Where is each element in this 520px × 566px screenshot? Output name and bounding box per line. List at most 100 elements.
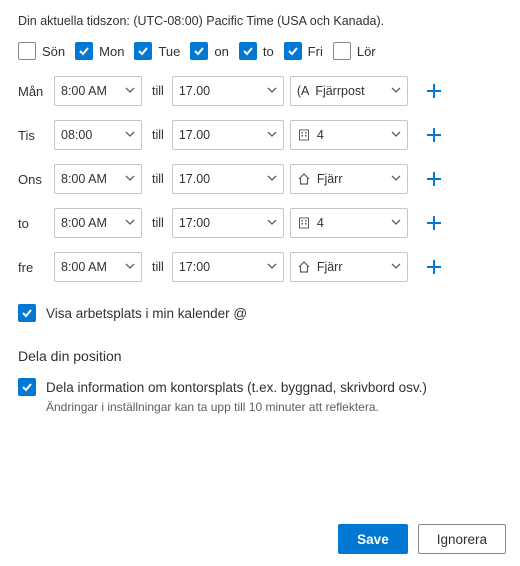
weekday-label: Fri [308, 44, 323, 59]
weekday-option: Sön [18, 42, 65, 60]
start-time-select[interactable]: 08:00 [54, 120, 142, 150]
start-time-select[interactable]: 8:00 AM [54, 164, 142, 194]
weekday-checkbox[interactable] [75, 42, 93, 60]
location-select[interactable]: 4 [290, 120, 408, 150]
weekday-option: Fri [284, 42, 323, 60]
weekday-label: on [214, 44, 228, 59]
chevron-down-icon [391, 172, 401, 186]
weekday-label: Lör [357, 44, 376, 59]
weekday-option: to [239, 42, 274, 60]
weekday-option: on [190, 42, 228, 60]
show-workplace-option: Visa arbetsplats i min kalender @ [18, 304, 502, 322]
end-time-value: 17.00 [179, 128, 210, 142]
share-section-title: Dela din position [18, 348, 502, 364]
weekday-checkbox[interactable] [284, 42, 302, 60]
schedule-day-label: Ons [18, 172, 48, 187]
chevron-down-icon [267, 260, 277, 274]
location-value: 4 [317, 216, 385, 230]
building-icon [297, 216, 311, 230]
chevron-down-icon [267, 216, 277, 230]
to-label: till [152, 216, 164, 230]
chevron-down-icon [391, 128, 401, 142]
home-icon [297, 260, 311, 274]
end-time-value: 17:00 [179, 216, 210, 230]
weekday-row: Sön Mon Tue on to Fri Lör [18, 42, 502, 60]
start-time-select[interactable]: 8:00 AM [54, 208, 142, 238]
chevron-down-icon [125, 260, 135, 274]
end-time-select[interactable]: 17.00 [172, 120, 284, 150]
end-time-value: 17.00 [179, 172, 210, 186]
chevron-down-icon [267, 172, 277, 186]
start-time-value: 8:00 AM [61, 172, 107, 186]
location-select[interactable]: (A Fjärrpost [290, 76, 408, 106]
schedule-row: to 8:00 AM till 17:00 4 [18, 208, 502, 238]
location-value: Fjärr [317, 172, 385, 186]
location-prefix: (A [297, 84, 310, 98]
to-label: till [152, 84, 164, 98]
location-value: Fjärrpost [315, 84, 385, 98]
add-slot-button[interactable] [422, 167, 446, 191]
chevron-down-icon [125, 128, 135, 142]
add-slot-button[interactable] [422, 211, 446, 235]
share-location-option: Dela information om kontorsplats (t.ex. … [18, 378, 502, 414]
to-label: till [152, 128, 164, 142]
end-time-select[interactable]: 17:00 [172, 208, 284, 238]
add-slot-button[interactable] [422, 123, 446, 147]
start-time-value: 08:00 [61, 128, 92, 142]
end-time-select[interactable]: 17:00 [172, 252, 284, 282]
schedule-day-label: fre [18, 260, 48, 275]
start-time-select[interactable]: 8:00 AM [54, 76, 142, 106]
schedule-row: Ons 8:00 AM till 17.00 Fjärr [18, 164, 502, 194]
weekday-checkbox[interactable] [190, 42, 208, 60]
weekday-option: Tue [134, 42, 180, 60]
chevron-down-icon [391, 216, 401, 230]
schedule-day-label: to [18, 216, 48, 231]
end-time-value: 17.00 [179, 84, 210, 98]
location-value: 4 [317, 128, 385, 142]
location-select[interactable]: Fjärr [290, 252, 408, 282]
location-value: Fjärr [317, 260, 385, 274]
chevron-down-icon [267, 84, 277, 98]
schedule-row: Tis 08:00 till 17.00 4 [18, 120, 502, 150]
cancel-button[interactable]: Ignorera [418, 524, 506, 554]
weekday-checkbox[interactable] [134, 42, 152, 60]
building-icon [297, 128, 311, 142]
start-time-value: 8:00 AM [61, 260, 107, 274]
chevron-down-icon [125, 172, 135, 186]
add-slot-button[interactable] [422, 79, 446, 103]
show-workplace-checkbox[interactable] [18, 304, 36, 322]
schedule-day-label: Tis [18, 128, 48, 143]
share-location-label: Dela information om kontorsplats (t.ex. … [46, 380, 427, 395]
schedule-row: Mån 8:00 AM till 17.00 (A Fjärrpost [18, 76, 502, 106]
start-time-value: 8:00 AM [61, 216, 107, 230]
add-slot-button[interactable] [422, 255, 446, 279]
weekday-label: to [263, 44, 274, 59]
chevron-down-icon [391, 84, 401, 98]
end-time-select[interactable]: 17.00 [172, 76, 284, 106]
weekday-checkbox[interactable] [333, 42, 351, 60]
weekday-label: Tue [158, 44, 180, 59]
weekday-checkbox[interactable] [18, 42, 36, 60]
end-time-value: 17:00 [179, 260, 210, 274]
start-time-select[interactable]: 8:00 AM [54, 252, 142, 282]
weekday-label: Mon [99, 44, 124, 59]
weekday-option: Mon [75, 42, 124, 60]
location-select[interactable]: Fjärr [290, 164, 408, 194]
schedule-day-label: Mån [18, 84, 48, 99]
weekday-option: Lör [333, 42, 376, 60]
end-time-select[interactable]: 17.00 [172, 164, 284, 194]
weekday-checkbox[interactable] [239, 42, 257, 60]
share-location-checkbox[interactable] [18, 378, 36, 396]
schedule-row: fre8:00 AMtill17:00Fjärr [18, 252, 502, 282]
location-select[interactable]: 4 [290, 208, 408, 238]
chevron-down-icon [125, 216, 135, 230]
to-label: till [152, 172, 164, 186]
weekday-label: Sön [42, 44, 65, 59]
save-button[interactable]: Save [338, 524, 408, 554]
chevron-down-icon [391, 260, 401, 274]
schedule-list: Mån 8:00 AM till 17.00 (A Fjärrpost Tis 08:00 ti… [18, 76, 502, 282]
chevron-down-icon [125, 84, 135, 98]
timezone-text: Din aktuella tidszon: (UTC-08:00) Pacifi… [18, 14, 502, 28]
show-workplace-label: Visa arbetsplats i min kalender @ [46, 306, 247, 321]
home-icon [297, 172, 311, 186]
